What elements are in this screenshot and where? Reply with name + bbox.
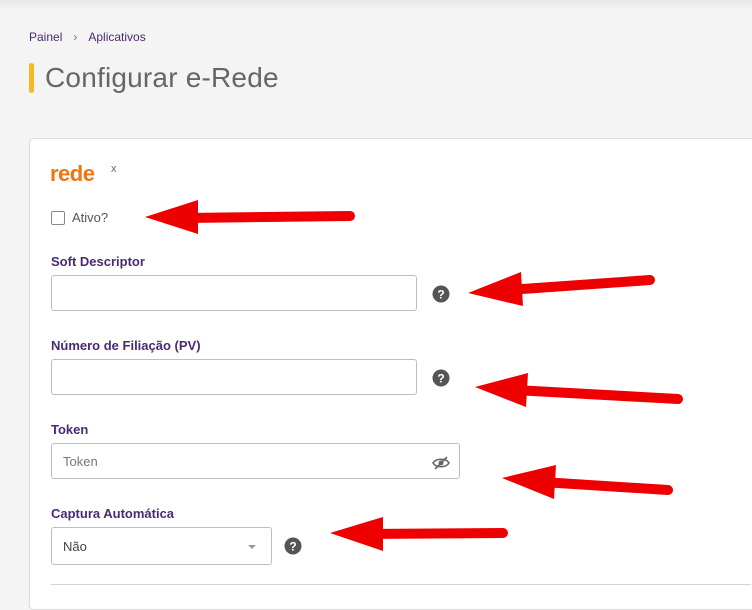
auto-capture-selected-value: Não	[63, 538, 87, 554]
breadcrumb: Painel › Aplicativos	[29, 30, 146, 44]
svg-text:?: ?	[437, 372, 444, 386]
eye-slash-icon[interactable]	[432, 456, 450, 470]
rede-logo-text: rede	[50, 161, 95, 186]
top-bar	[0, 0, 752, 10]
soft-descriptor-input[interactable]	[51, 275, 417, 311]
active-label: Ativo?	[72, 210, 109, 225]
auto-capture-select[interactable]: Não	[51, 527, 272, 565]
token-input[interactable]	[51, 443, 460, 479]
active-checkbox[interactable]	[51, 210, 65, 225]
page-title: Configurar e-Rede	[45, 62, 279, 93]
next-field-border	[51, 584, 751, 585]
affiliation-number-label: Número de Filiação (PV)	[51, 338, 201, 353]
svg-text:?: ?	[437, 288, 444, 302]
soft-descriptor-label: Soft Descriptor	[51, 254, 145, 269]
breadcrumb-home-link[interactable]: Painel	[29, 30, 62, 44]
affiliation-number-input[interactable]	[51, 359, 417, 395]
auto-capture-label: Captura Automática	[51, 506, 175, 521]
chevron-down-icon	[248, 545, 256, 549]
title-accent-bar	[29, 63, 34, 93]
help-circle-icon[interactable]: ?	[284, 537, 302, 555]
help-circle-icon[interactable]: ?	[432, 369, 450, 387]
rede-logo-mark: x	[111, 163, 117, 175]
breadcrumb-separator-icon: ›	[73, 30, 78, 44]
page-header: Configurar e-Rede	[29, 62, 279, 94]
rede-logo: rede x	[50, 161, 117, 186]
active-row: Ativo?	[51, 210, 108, 225]
help-circle-icon[interactable]: ?	[432, 285, 450, 303]
breadcrumb-current-link[interactable]: Aplicativos	[88, 30, 145, 44]
svg-text:?: ?	[289, 540, 296, 554]
token-label: Token	[51, 422, 89, 437]
